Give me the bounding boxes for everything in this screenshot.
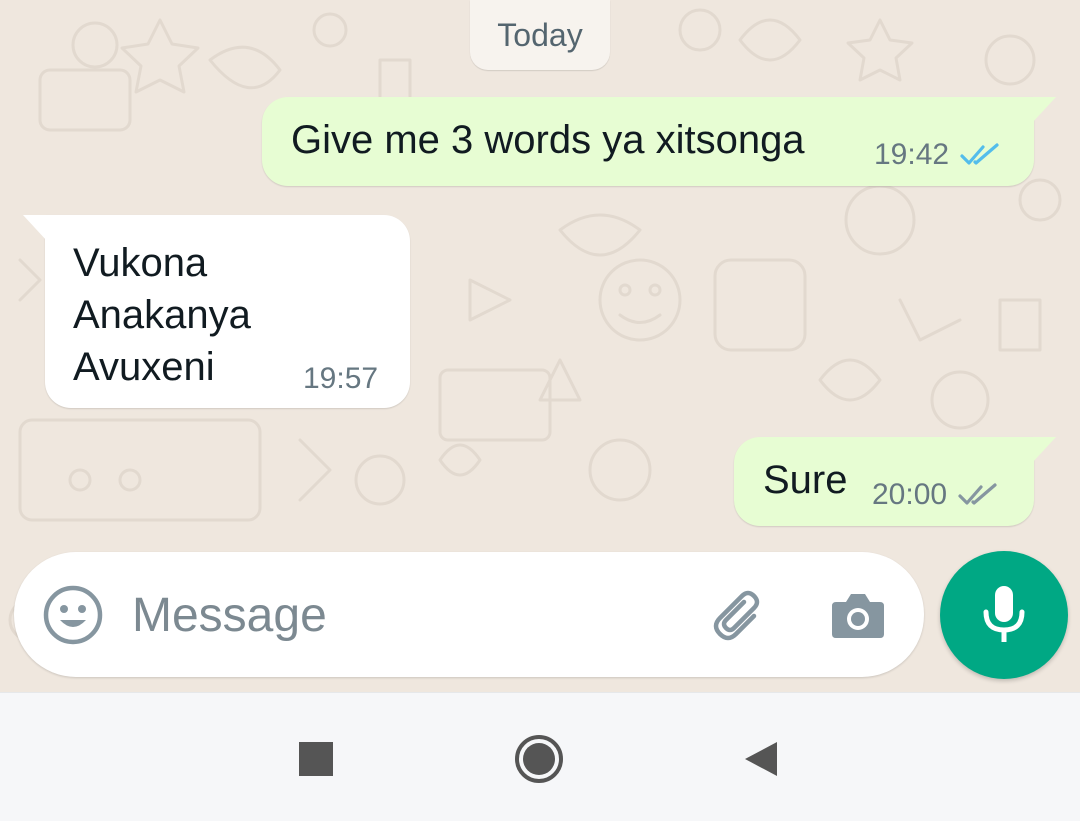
whatsapp-chat-screen: Today Give me 3 words ya xitsonga 19:42 … — [0, 0, 1080, 821]
date-chip-label: Today — [497, 16, 583, 53]
message-text: Give me 3 words ya xitsonga — [291, 118, 805, 162]
date-chip: Today — [470, 0, 610, 70]
bubble-tail — [1032, 97, 1056, 123]
recent-apps-button[interactable] — [286, 729, 346, 789]
home-button[interactable] — [509, 729, 569, 789]
chat-area[interactable]: Today Give me 3 words ya xitsonga 19:42 … — [0, 0, 1080, 692]
message-time: 20:00 — [872, 478, 948, 511]
message-input[interactable] — [132, 580, 692, 650]
message-meta: 20:00 — [872, 478, 1003, 512]
incoming-message-bubble[interactable]: Vukona Anakanya Avuxeni 19:57 — [23, 215, 410, 408]
microphone-icon — [983, 586, 1025, 642]
message-composer — [14, 552, 924, 677]
message-text: Sure — [763, 458, 848, 502]
square-icon — [299, 742, 333, 776]
message-time: 19:42 — [874, 138, 950, 171]
read-ticks-icon — [960, 143, 999, 165]
message-meta: 19:57 — [303, 362, 378, 396]
outgoing-message-bubble[interactable]: Sure 20:00 — [734, 437, 1056, 526]
back-triangle-icon — [745, 742, 777, 776]
outgoing-message-bubble[interactable]: Give me 3 words ya xitsonga 19:42 — [262, 97, 1056, 186]
camera-icon[interactable] — [828, 586, 888, 646]
delivered-ticks-icon — [958, 483, 997, 505]
message-time: 19:57 — [303, 362, 379, 395]
message-text: Vukona Anakanya Avuxeni — [73, 241, 251, 389]
emoji-icon[interactable] — [42, 584, 104, 646]
bubble-tail — [1032, 437, 1056, 463]
voice-message-button[interactable] — [940, 551, 1068, 679]
circle-icon — [515, 735, 563, 783]
system-navigation-bar — [0, 692, 1080, 821]
paperclip-icon[interactable] — [708, 586, 770, 648]
bubble-tail — [23, 215, 47, 241]
message-meta: 19:42 — [874, 138, 1005, 172]
back-button[interactable] — [731, 729, 791, 789]
